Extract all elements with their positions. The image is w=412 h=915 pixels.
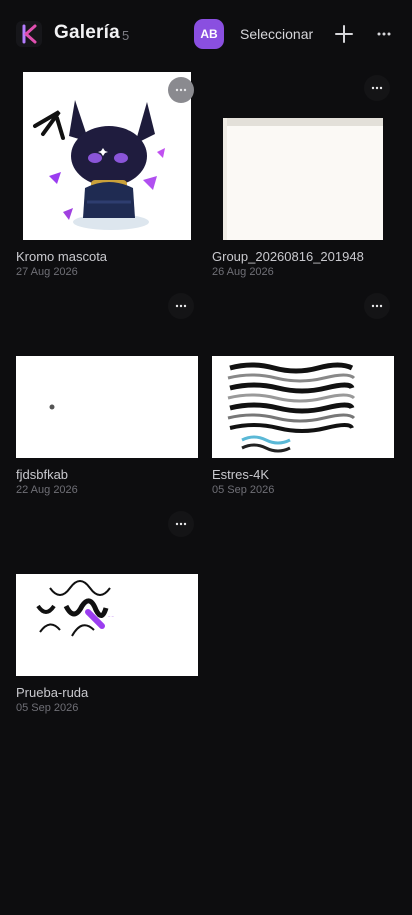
item-menu-button[interactable] (168, 77, 194, 103)
item-date: 27 Aug 2026 (16, 266, 78, 278)
select-button[interactable]: Seleccionar (240, 26, 313, 42)
thumbnail-area[interactable]: ~ ~ (16, 508, 198, 676)
more-horizontal-icon (371, 304, 383, 308)
thumbnail-area[interactable] (16, 290, 198, 458)
more-horizontal-icon (371, 86, 383, 90)
item-count: 5 (122, 28, 130, 43)
item-date: 05 Sep 2026 (16, 702, 79, 714)
thumbnail-image[interactable] (16, 356, 198, 458)
svg-text:~ ~: ~ ~ (108, 614, 114, 619)
item-name: Estres-4K (212, 467, 270, 482)
item-name: Kromo mascota (16, 249, 108, 264)
thumbnail-image[interactable]: ~ ~ (16, 574, 198, 676)
more-horizontal-icon (175, 304, 187, 308)
item-name: Group_20260816_201948 (212, 249, 364, 264)
thumbnail-image[interactable] (23, 72, 191, 240)
plus-icon[interactable] (332, 22, 356, 46)
item-menu-button[interactable] (168, 293, 194, 319)
item-date: 22 Aug 2026 (16, 484, 78, 496)
top-bar: Galería 5 AB Seleccionar (0, 0, 412, 68)
thumbnail-area[interactable] (16, 72, 198, 240)
more-horizontal-icon (175, 522, 187, 526)
thumbnail-image[interactable] (223, 118, 383, 240)
more-horizontal-icon (175, 88, 187, 92)
item-menu-button[interactable] (364, 293, 390, 319)
thumbnail-image[interactable] (212, 356, 394, 458)
item-menu-button[interactable] (364, 75, 390, 101)
thumbnail-area[interactable] (212, 72, 394, 240)
thumbnail-area[interactable] (212, 290, 394, 458)
item-name: Prueba-ruda (16, 685, 89, 700)
more-horizontal-icon[interactable] (374, 24, 394, 44)
page-title: Galería (54, 22, 120, 43)
avatar[interactable]: AB (194, 19, 224, 49)
item-date: 26 Aug 2026 (212, 266, 274, 278)
item-date: 05 Sep 2026 (212, 484, 275, 496)
item-name: fjdsbfkab (16, 467, 69, 482)
brand-logo-icon[interactable] (16, 21, 42, 47)
item-menu-button[interactable] (168, 511, 194, 537)
